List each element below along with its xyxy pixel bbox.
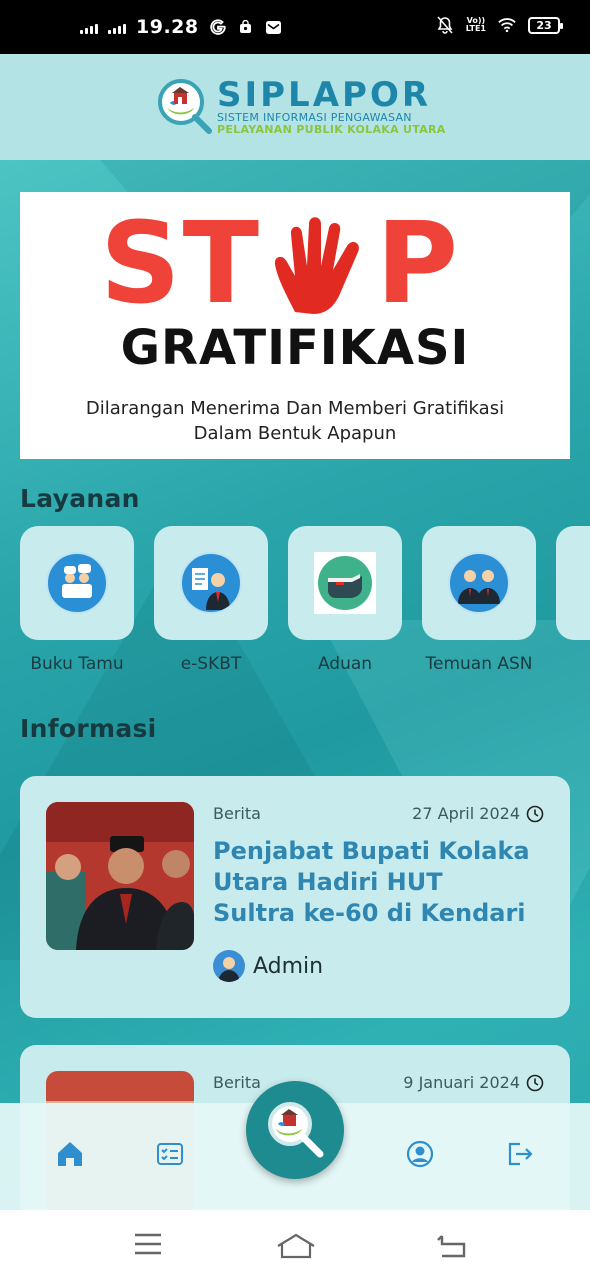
clock-icon <box>526 805 544 822</box>
logout-icon[interactable] <box>505 1139 535 1169</box>
menu-icon[interactable] <box>134 1232 162 1260</box>
service-more[interactable] <box>556 526 590 640</box>
battery-icon: 23 <box>528 16 563 34</box>
clock-icon <box>526 1074 544 1091</box>
banner-stop-text: ST <box>100 199 262 329</box>
news-card[interactable]: Berita 27 April 2024 Penjabat Bupati Kol… <box>20 776 570 1018</box>
news-thumbnail <box>46 802 194 950</box>
news-date: 9 Januari 2024 <box>403 1073 544 1092</box>
home-icon[interactable] <box>55 1139 85 1169</box>
app-header: SIPLAPOR SISTEM INFORMASI PENGAWASAN PEL… <box>0 54 590 160</box>
banner-headline: GRATIFIKASI <box>120 320 470 376</box>
banner-subtext: Dilarangan Menerima Dan Memberi Gratifik… <box>85 398 505 444</box>
google-icon <box>209 18 227 36</box>
whistle-icon <box>314 552 376 614</box>
mute-bell-icon <box>436 16 454 34</box>
app-logo[interactable]: SIPLAPOR SISTEM INFORMASI PENGAWASAN PEL… <box>157 78 446 138</box>
services-carousel[interactable]: Buku Tamu e-SKBT Aduan Temuan ASN <box>20 526 590 676</box>
magnifier-logo-icon <box>268 1102 324 1158</box>
signal-icon <box>108 20 126 34</box>
brand-name: SIPLAPOR <box>217 75 432 115</box>
back-icon[interactable] <box>436 1232 466 1262</box>
avatar <box>213 950 245 982</box>
search-fab-button[interactable] <box>246 1081 344 1179</box>
certificate-icon <box>180 552 242 614</box>
officials-icon <box>448 552 510 614</box>
section-title-layanan: Layanan <box>20 484 140 513</box>
service-e-skbt[interactable]: e-SKBT <box>154 526 268 674</box>
section-title-informasi: Informasi <box>20 714 157 743</box>
system-navigation-bar <box>0 1210 590 1280</box>
volte-indicator: Vo)) LTE1 <box>465 16 486 33</box>
news-author: Admin <box>213 950 323 982</box>
main-content[interactable]: ST P GRATIFIKASI Dilarangan Menerima Dan… <box>0 160 590 1210</box>
bag-notification-icon <box>237 18 255 36</box>
profile-icon[interactable] <box>405 1139 435 1169</box>
signal-icon <box>80 20 98 34</box>
brand-tagline-secondary: PELAYANAN PUBLIK KOLAKA UTARA <box>217 123 446 136</box>
news-category: Berita <box>213 804 261 823</box>
service-aduan[interactable]: Aduan <box>288 526 402 674</box>
magnifier-logo-icon <box>157 78 215 138</box>
list-icon[interactable] <box>155 1139 185 1169</box>
home-system-icon[interactable] <box>276 1232 316 1264</box>
guest-book-icon <box>46 552 108 614</box>
clock: 19.28 <box>136 16 199 38</box>
wifi-icon <box>498 16 516 34</box>
news-date: 27 April 2024 <box>412 804 544 823</box>
news-title[interactable]: Penjabat Bupati Kolaka Utara Hadiri HUT … <box>213 836 533 929</box>
stop-gratifikasi-banner[interactable]: ST P GRATIFIKASI Dilarangan Menerima Dan… <box>20 192 570 459</box>
status-bar: 19.28 Vo)) LTE1 23 <box>0 0 590 54</box>
service-temuan-asn[interactable]: Temuan ASN <box>422 526 536 674</box>
red-hand-icon <box>265 216 375 316</box>
mail-icon <box>265 18 283 36</box>
service-buku-tamu[interactable]: Buku Tamu <box>20 526 134 674</box>
news-category: Berita <box>213 1073 261 1092</box>
banner-stop-text-end: P <box>376 199 461 329</box>
